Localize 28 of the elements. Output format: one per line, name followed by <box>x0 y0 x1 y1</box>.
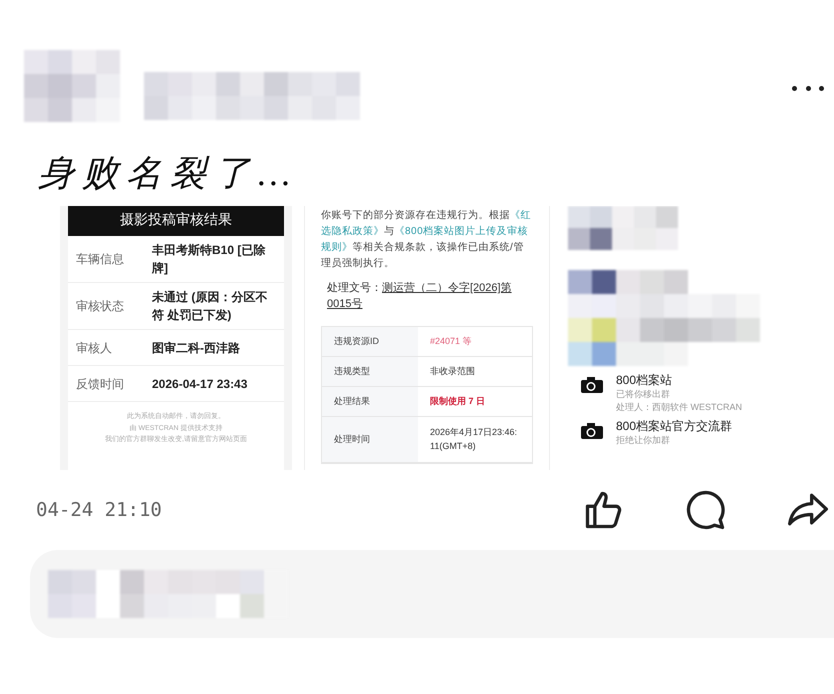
group-title: 800档案站 <box>616 372 674 388</box>
table-label: 处理时间 <box>322 417 418 462</box>
field-label: 反馈时间 <box>76 376 125 392</box>
post-caption: 身败名裂了… <box>38 152 300 195</box>
group-notice-text: 已将你移出群 <box>616 388 671 401</box>
table-value: 限制使用 7 日 <box>429 394 486 408</box>
table-value: 2026年4月17日23:46:11(GMT+8) <box>429 426 518 453</box>
table-label: 违规资源ID <box>322 327 418 356</box>
table-value: #24071 等 <box>429 334 473 348</box>
table-label: 违规类型 <box>322 357 418 386</box>
field-value: 2026-04-17 23:43 <box>152 376 248 392</box>
group-notice-text: 拒绝让你加群 <box>616 434 671 447</box>
field-value: 未通过 (原因：分区不符 处罚已下发) <box>152 289 268 324</box>
field-label: 审核状态 <box>76 298 125 315</box>
field-label: 审核人 <box>76 340 113 356</box>
document-reference: 处理文号：测运营（二）令字[2026]第0015号 <box>326 280 513 312</box>
table-label: 处理结果 <box>322 387 418 416</box>
field-label: 车辆信息 <box>76 251 125 268</box>
group-notice-text: 处理人：西朝软件 WESTCRAN <box>616 401 742 414</box>
table-value: 非收录范围 <box>429 364 476 378</box>
camera-icon <box>580 376 604 394</box>
camera-icon <box>580 422 604 440</box>
card-header: 摄影投稿审核结果 <box>68 206 284 236</box>
notice-paragraph: 你账号下的部分资源存在违规行为。根据《红选隐私政策》与《800档案站图片上传及审核规则》等相关合规条款，该操作已由系统/管理员强制执行。 <box>321 208 532 271</box>
field-value: 图审二科-西沣路 <box>152 340 240 356</box>
group-title: 800档案站官方交流群 <box>616 418 732 434</box>
post-time: 04-24 21:10 <box>36 498 162 523</box>
field-value: 丰田考斯特B10 [已除牌] <box>152 242 266 277</box>
